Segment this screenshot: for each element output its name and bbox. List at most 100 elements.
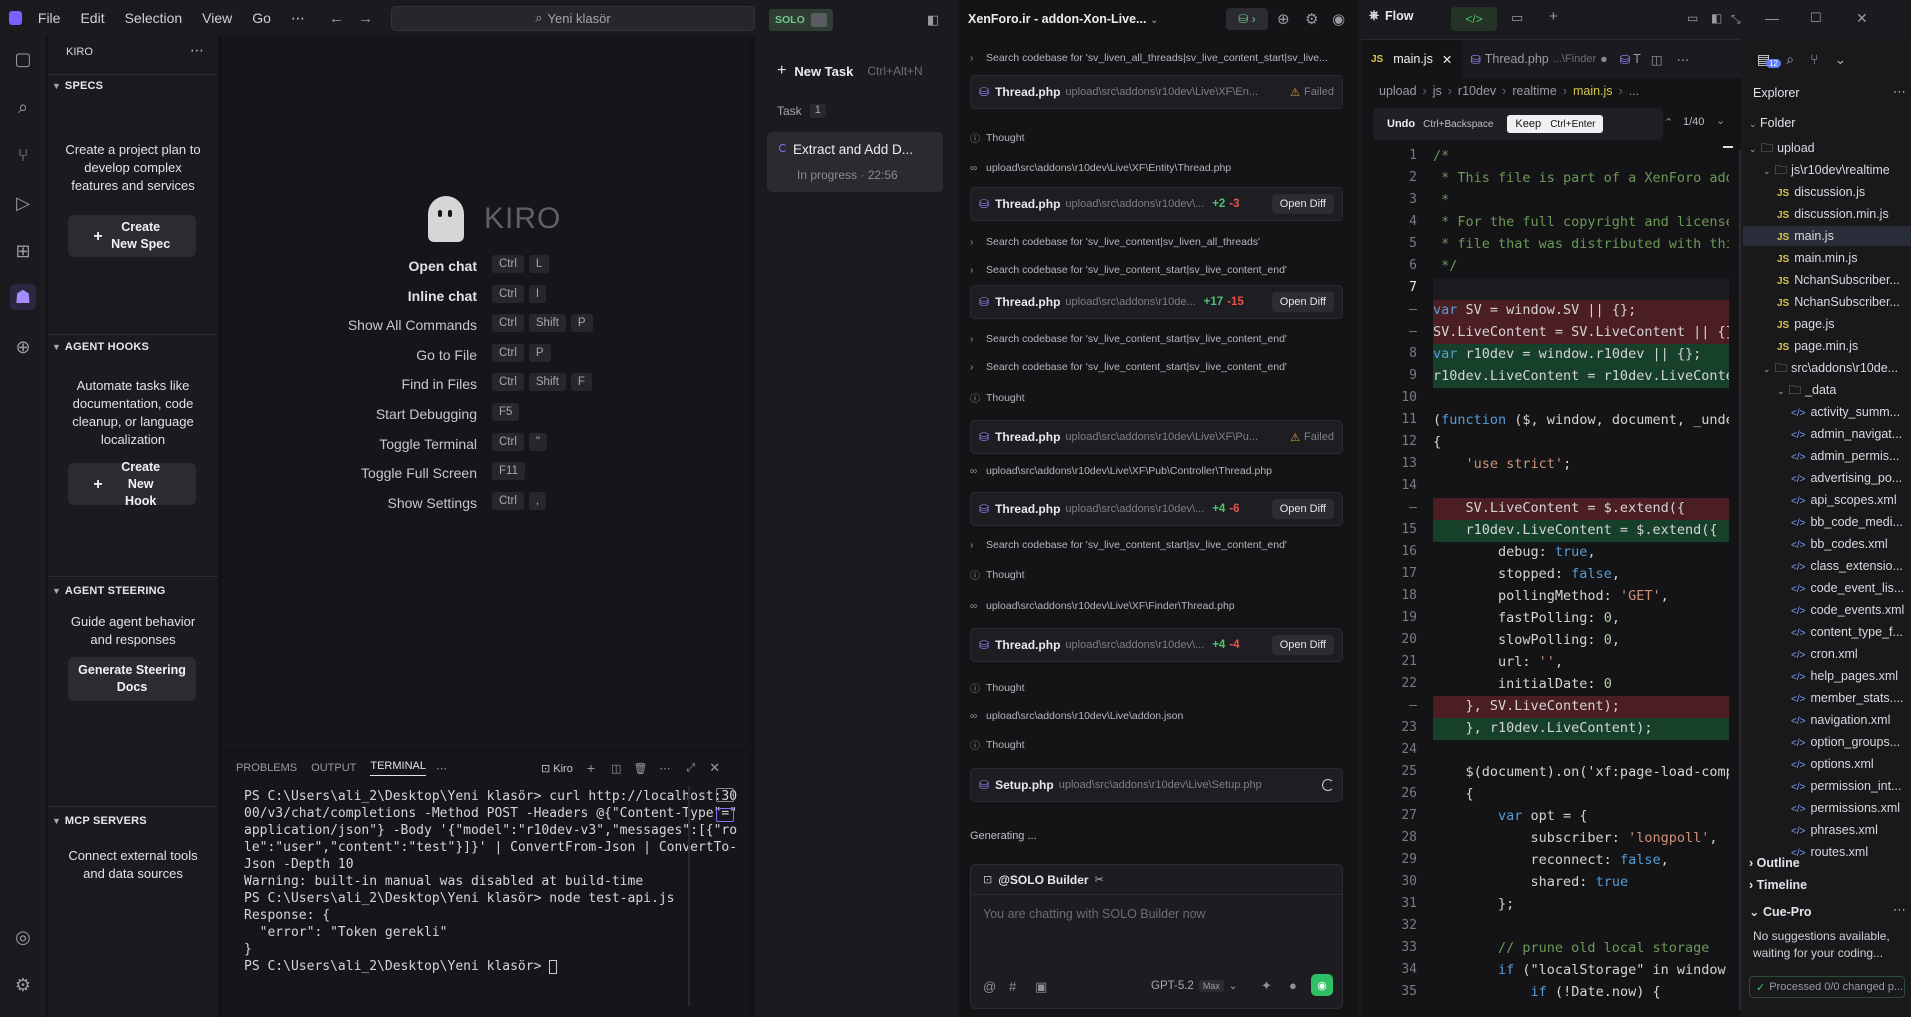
split-terminal-icon[interactable]: ◫ — [611, 762, 621, 775]
open-diff-button[interactable]: Open Diff — [1271, 292, 1334, 312]
file-change-card[interactable]: ⛁ Thread.php upload\src\addons\r10dev\... +… — [970, 187, 1343, 221]
file-change-card[interactable]: ⛁ Thread.php upload\src\addons\r10de... +17… — [970, 285, 1343, 319]
code-line[interactable]: var SV = window.SV || {}; — [1433, 302, 1729, 318]
code-line[interactable]: }, SV.LiveContent); — [1433, 698, 1729, 714]
open-diff-button[interactable]: Open Diff — [1271, 499, 1334, 519]
sparkle-icon[interactable]: ✦ — [1261, 978, 1272, 994]
code-line[interactable]: fastPolling: 0, — [1433, 610, 1729, 626]
menu-edit[interactable]: Edit — [80, 10, 104, 26]
tree-file[interactable]: </> api_scopes.xml — [1791, 490, 1911, 510]
layout-icon[interactable]: ▭ — [1687, 11, 1698, 25]
microphone-icon[interactable]: ● — [1289, 978, 1297, 993]
code-line[interactable]: r10dev.LiveContent = $.extend({ — [1433, 522, 1729, 538]
kiro-ghost-icon[interactable]: ☗ — [10, 284, 36, 310]
code-line[interactable]: (function ($, window, document, _undef — [1433, 412, 1729, 428]
tree-file[interactable]: </> code_events.xml — [1791, 600, 1911, 620]
code-line[interactable]: * — [1433, 192, 1729, 208]
breadcrumb-item[interactable]: upload — [1379, 84, 1417, 98]
maximize-icon[interactable]: ☐ — [1810, 10, 1822, 26]
breadcrumb-item[interactable]: ... — [1629, 84, 1639, 98]
folder-section-header[interactable]: ⌄ Folder — [1749, 116, 1795, 130]
code-line[interactable]: subscriber: 'longpoll', — [1433, 830, 1729, 846]
forward-arrow-icon[interactable]: → — [358, 10, 373, 27]
chevron-down-icon[interactable]: ▼ — [52, 586, 61, 596]
explorer-icon[interactable]: ▢ — [10, 46, 36, 72]
code-line[interactable]: var r10dev = window.r10dev || {}; — [1433, 346, 1729, 362]
search-icon[interactable]: ⌕ — [10, 94, 36, 120]
menu-file[interactable]: File — [38, 10, 61, 26]
code-line[interactable]: { — [1433, 434, 1729, 450]
minimize-icon[interactable]: — — [1765, 10, 1779, 26]
settings-gear-icon[interactable]: ⚙ — [10, 972, 36, 998]
file-change-card[interactable]: ⛁ Thread.php upload\src\addons\r10dev\... +… — [970, 628, 1343, 662]
add-view-plus-icon[interactable]: + — [1549, 8, 1558, 25]
cue-pro-more-icon[interactable]: ⋯ — [1893, 902, 1906, 918]
more-menu-icon[interactable]: ⋯ — [291, 10, 305, 27]
tree-file[interactable]: </> permission_int... — [1791, 776, 1911, 796]
image-icon[interactable]: ▣ — [1035, 979, 1047, 995]
back-arrow-icon[interactable]: ← — [329, 10, 344, 27]
tree-file[interactable]: </> cron.xml — [1791, 644, 1911, 664]
close-window-icon[interactable]: ✕ — [1856, 10, 1868, 27]
open-diff-button[interactable]: Open Diff — [1271, 194, 1334, 214]
prev-change-icon[interactable]: ⌃ — [1664, 116, 1673, 129]
open-diff-button[interactable]: Open Diff — [1271, 635, 1334, 655]
chat-title[interactable]: XenForo.ir - addon-Xon-Live... ⌄ — [968, 12, 1158, 26]
tab-output[interactable]: OUTPUT — [311, 762, 356, 774]
settings-gear-icon[interactable]: ⚙ — [1305, 10, 1318, 28]
tree-file[interactable]: </> advertising_po... — [1791, 468, 1911, 488]
model-selector[interactable]: GPT-5.2 Max ⌄ — [1151, 980, 1237, 992]
menu-go[interactable]: Go — [252, 10, 271, 26]
cue-pro-section[interactable]: ⌄ Cue-Pro — [1749, 904, 1812, 919]
code-line[interactable]: SV.LiveContent = $.extend({ — [1433, 500, 1729, 516]
command-search-box[interactable]: ⌕ Yeni klasör — [390, 5, 755, 31]
terminal-more-icon[interactable]: ⋯ — [659, 762, 670, 775]
tab-problems[interactable]: PROBLEMS — [236, 762, 297, 774]
preview-toggle-icon[interactable]: ▭ — [1511, 10, 1523, 26]
flow-tab[interactable]: ⎈ Flow — [1369, 8, 1413, 23]
close-tab-icon[interactable]: ✕ — [1442, 52, 1452, 67]
terminal-instance-icon[interactable] — [716, 788, 734, 802]
tree-file[interactable]: JS main.min.js — [1777, 248, 1911, 268]
tree-file[interactable]: </> phrases.xml — [1791, 820, 1911, 840]
tree-folder[interactable]: ⌄ 🗀 _data — [1777, 380, 1911, 400]
split-layout-icon[interactable]: ◧ — [1711, 11, 1722, 25]
code-line[interactable]: */ — [1433, 258, 1729, 274]
terminal-profile[interactable]: ⊡ Kiro — [541, 762, 573, 775]
collapse-icon[interactable]: ⤡ — [1731, 12, 1741, 27]
chevron-down-icon[interactable]: ▼ — [52, 81, 61, 91]
menu-selection[interactable]: Selection — [125, 10, 183, 26]
create-new-hook-button[interactable]: + Create New Hook — [68, 460, 196, 508]
file-change-card[interactable]: ⛁ Thread.php upload\src\addons\r10dev\Live… — [970, 420, 1343, 454]
tree-file[interactable]: </> bb_codes.xml — [1791, 534, 1911, 554]
new-chat-icon[interactable]: ⊕ — [1277, 10, 1290, 28]
code-line[interactable]: * file that was distributed with this — [1433, 236, 1729, 252]
chat-input-box[interactable]: ⊡ @SOLO Builder ✂ You are chatting with … — [970, 864, 1343, 1009]
tab-main-js[interactable]: JS main.js ✕ — [1361, 40, 1463, 78]
new-task-button[interactable]: + New Task Ctrl+Alt+N — [777, 62, 923, 80]
git-branch-icon[interactable]: ⑂ — [1810, 51, 1818, 67]
chevron-down-icon[interactable]: ▼ — [52, 342, 61, 352]
code-line[interactable]: if (!Date.now) { — [1433, 984, 1729, 1000]
code-line[interactable]: // prune old local storage — [1433, 940, 1729, 956]
split-editor-icon[interactable]: ◫ — [1651, 52, 1663, 67]
code-line[interactable]: $(document).on('xf:page-load-compl — [1433, 764, 1730, 780]
editor-scrollbar[interactable] — [1739, 150, 1741, 1010]
tree-file[interactable]: JS NchanSubscriber... — [1777, 270, 1911, 290]
files-icon[interactable]: ▤ 12 — [1757, 51, 1781, 68]
tree-file[interactable]: </> activity_summ... — [1791, 402, 1911, 422]
code-line[interactable]: /* — [1433, 148, 1729, 164]
code-line[interactable]: 'use strict'; — [1433, 456, 1729, 472]
maximize-panel-icon[interactable]: ⤢ — [686, 762, 695, 775]
code-view-toggle-icon[interactable]: </> — [1451, 7, 1497, 31]
extensions-icon[interactable]: ⊞ — [10, 238, 36, 264]
code-line[interactable]: reconnect: false, — [1433, 852, 1729, 868]
tree-file[interactable]: JS discussion.min.js — [1777, 204, 1911, 224]
tree-file[interactable]: JS page.min.js — [1777, 336, 1911, 356]
editor-more-icon[interactable]: ⋯ — [1677, 52, 1690, 67]
breadcrumb-item[interactable]: main.js — [1573, 84, 1613, 98]
code-line[interactable]: { — [1433, 786, 1729, 802]
task-item[interactable]: Extract and Add D... In progress · 22:56 — [767, 132, 943, 192]
tree-file[interactable]: JS main.js — [1743, 226, 1911, 246]
file-change-card[interactable]: ⛁ Thread.php upload\src\addons\r10dev\... +… — [970, 492, 1343, 526]
